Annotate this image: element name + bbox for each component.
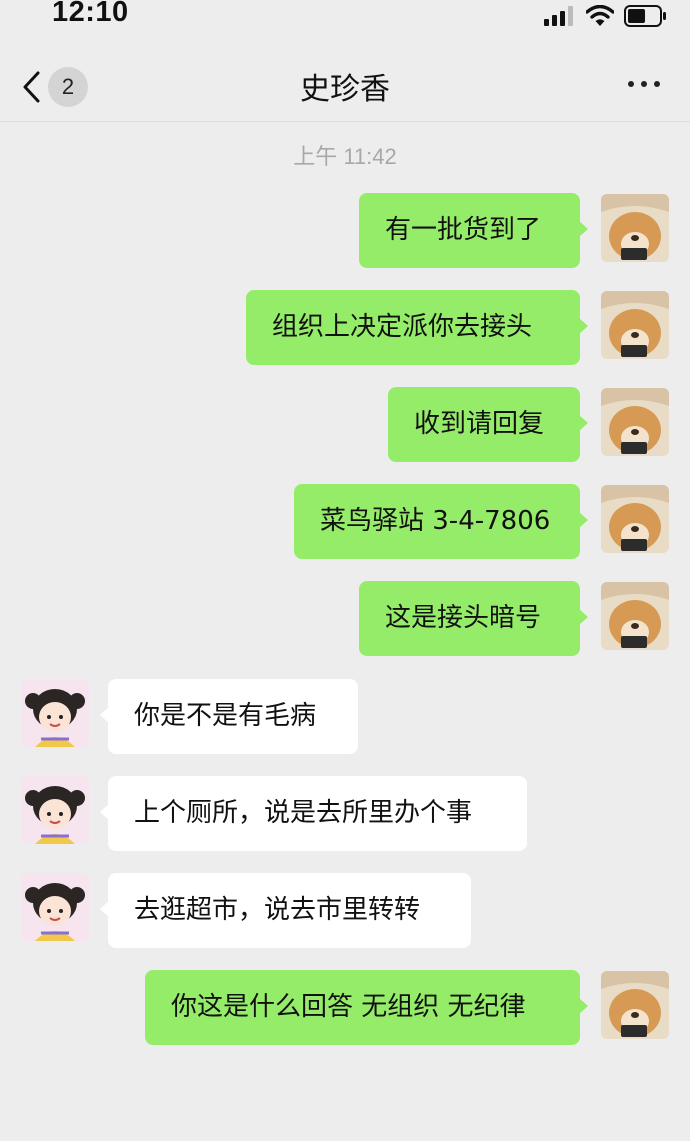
- contact-avatar[interactable]: [21, 776, 89, 844]
- dog-avatar-icon: [601, 291, 669, 359]
- signal-icon: [544, 6, 573, 26]
- sent-message-bubble[interactable]: 有一批货到了: [359, 193, 588, 268]
- girl-avatar-icon: [21, 679, 89, 747]
- contact-avatar[interactable]: [21, 873, 89, 941]
- wifi-icon: [586, 5, 614, 26]
- dog-avatar-icon: [601, 582, 669, 650]
- status-time: 12:10: [52, 0, 129, 28]
- dog-avatar-icon: [601, 485, 669, 553]
- status-icons: [544, 5, 668, 27]
- received-message-bubble[interactable]: 上个厕所，说是去所里办个事: [100, 776, 527, 851]
- received-message-bubble[interactable]: 去逛超市，说去市里转转: [100, 873, 471, 948]
- received-message-bubble[interactable]: 你是不是有毛病: [100, 679, 358, 754]
- sent-message-bubble[interactable]: 这是接头暗号: [359, 581, 588, 656]
- sent-message-bubble[interactable]: 收到请回复: [388, 387, 588, 462]
- girl-avatar-icon: [21, 873, 89, 941]
- status-bar: 12:10: [0, 0, 690, 36]
- message-timestamp: 上午 11:42: [293, 144, 397, 169]
- sent-message-bubble[interactable]: 菜鸟驿站 3-4-7806: [294, 484, 588, 559]
- sent-message-bubble[interactable]: 你这是什么回答 无组织 无纪律: [145, 970, 588, 1045]
- my-avatar[interactable]: [601, 582, 669, 650]
- my-avatar[interactable]: [601, 485, 669, 553]
- my-avatar[interactable]: [601, 971, 669, 1039]
- dog-avatar-icon: [601, 388, 669, 456]
- nav-bar: 2 史珍香: [0, 36, 690, 122]
- my-avatar[interactable]: [601, 194, 669, 262]
- dog-avatar-icon: [601, 194, 669, 262]
- contact-avatar[interactable]: [21, 679, 89, 747]
- more-options-button[interactable]: [628, 79, 660, 89]
- sent-message-bubble[interactable]: 组织上决定派你去接头: [246, 290, 588, 365]
- girl-avatar-icon: [21, 776, 89, 844]
- my-avatar[interactable]: [601, 388, 669, 456]
- more-dots-icon: [628, 81, 634, 87]
- dog-avatar-icon: [601, 971, 669, 1039]
- chat-title: 史珍香: [300, 72, 390, 107]
- my-avatar[interactable]: [601, 291, 669, 359]
- battery-icon: [624, 5, 666, 27]
